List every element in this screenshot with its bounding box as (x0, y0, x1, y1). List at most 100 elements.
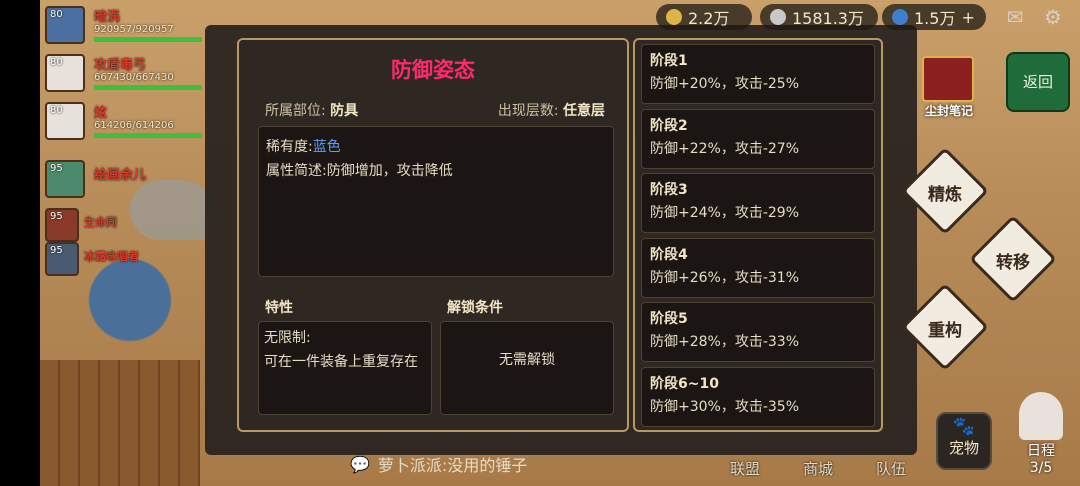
rarity-value: 蓝色 (312, 139, 341, 155)
description-value: 防御增加，攻击降低 (326, 163, 453, 179)
stage-name: 阶段6~10 (650, 375, 719, 392)
gold-value: 2.2万 (688, 9, 730, 28)
wooden-pier (40, 360, 200, 486)
dialog-title: 防御姿态 (391, 58, 475, 82)
unlock-text: 无需解锁 (499, 352, 555, 368)
stage-desc: 防御+26%，攻击-31% (650, 269, 800, 286)
stage-item: 阶段3 防御+24%，攻击-29% (641, 173, 875, 234)
party-member[interactable]: 95 生命同 (42, 206, 202, 242)
pet-label: 宠物 (948, 439, 979, 457)
stage-name: 阶段2 (650, 117, 688, 134)
member-name: 暗涡 (94, 10, 121, 25)
silver-coin-icon (770, 9, 786, 25)
schedule-button[interactable]: 日程 3/5 (1006, 392, 1076, 486)
gold-coin-icon (666, 9, 682, 25)
mail-icon[interactable]: ✉ (1004, 6, 1026, 28)
avatar: 95 (45, 208, 79, 242)
paw-icon: 🐾 (952, 416, 976, 437)
slot-row: 所属部位: 防具 (265, 100, 358, 120)
member-name: 炫 (94, 106, 108, 121)
member-level: 95 (50, 163, 63, 174)
trait-title: 特性 (265, 300, 293, 316)
hp-bar (94, 133, 202, 138)
description-line: 属性简述:防御增加，攻击降低 (266, 159, 606, 183)
gem-value: 1.5万 (914, 9, 956, 28)
member-level: 95 (50, 211, 63, 222)
avatar: 80 (45, 6, 85, 44)
schedule-count: 3/5 (1029, 460, 1053, 476)
schedule-avatar (1019, 392, 1063, 440)
member-hp: 614206/614206 (94, 120, 174, 131)
stage-name: 阶段1 (650, 53, 688, 69)
back-button[interactable]: 返回 (1006, 52, 1070, 112)
chat-bubble-icon: 💬 (350, 454, 370, 474)
party-member[interactable]: 80 炫 614206/614206 (42, 100, 202, 142)
member-hp: 667430/667430 (94, 72, 174, 83)
hp-bar-fill (94, 133, 202, 138)
party-member[interactable]: 80 攻盾毒弓 667430/667430 (42, 52, 202, 94)
chat-bar[interactable]: 💬 萝卜派派:没用的锤子 (350, 450, 650, 478)
stage-desc: 防御+20%，攻击-25% (650, 76, 800, 92)
stage-name: 阶段3 (650, 182, 688, 199)
party-member[interactable]: 95 冰霜咏唱者 (42, 240, 202, 276)
refine-label: 精炼 (928, 185, 962, 205)
silver-counter: 1581.3万 (760, 4, 878, 30)
floor-label: 出现层数: (497, 103, 559, 119)
sealed-notes-label: 尘封笔记 (924, 104, 973, 118)
chat-message: 萝卜派派:没用的锤子 (377, 456, 528, 475)
stage-desc: 防御+22%，攻击-27% (650, 140, 800, 157)
stage-item: 阶段6~10 防御+30%，攻击-35% (641, 366, 875, 427)
hp-bar (94, 37, 202, 42)
stage-list: 阶段1 防御+20%，攻击-25% 阶段2 防御+22%，攻击-27% 阶段3 … (633, 38, 883, 432)
hp-bar-fill (94, 37, 202, 42)
gem-counter: 1.5万 + (882, 4, 986, 30)
party-member[interactable]: 95 绘画余儿 (42, 158, 202, 200)
trait-text: 无限制: (264, 330, 311, 346)
member-hp: 920957/920957 (94, 24, 174, 35)
avatar: 95 (45, 242, 79, 276)
avatar: 80 (45, 102, 85, 140)
hp-bar (94, 85, 202, 90)
stage-desc: 防御+30%，攻击-35% (650, 398, 800, 415)
stage-name: 阶段5 (650, 311, 688, 328)
description-label: 属性简述: (266, 163, 327, 179)
stage-item: 阶段2 防御+22%，攻击-27% (641, 108, 875, 169)
floor-value: 任意层 (563, 103, 605, 119)
member-name: 冰霜咏唱者 (84, 250, 139, 263)
unlock-box: 无需解锁 (440, 321, 614, 415)
settings-gear-icon[interactable]: ⚙ (1042, 6, 1064, 28)
member-level: 95 (50, 245, 63, 256)
rarity-line: 稀有度:蓝色 (266, 135, 606, 159)
pet-button[interactable]: 🐾 宠物 (936, 412, 992, 470)
stage-item: 阶段4 防御+26%，攻击-31% (641, 237, 875, 298)
stage-desc: 防御+28%，攻击-33% (650, 334, 800, 351)
sealed-notes-book-icon[interactable] (922, 56, 974, 102)
add-gem-icon[interactable]: + (961, 8, 974, 27)
member-level: 80 (50, 57, 63, 68)
schedule-label: 日程 (1027, 443, 1055, 459)
shop-tab[interactable]: 商城 (803, 458, 833, 479)
member-name: 攻盾毒弓 (94, 58, 147, 73)
member-level: 80 (50, 105, 63, 116)
gold-counter: 2.2万 (656, 4, 752, 30)
screen-edge (0, 0, 40, 486)
stage-item: 阶段5 防御+28%，攻击-33% (641, 302, 875, 363)
member-name: 绘画余儿 (94, 168, 147, 183)
silver-value: 1581.3万 (792, 9, 864, 28)
member-level: 80 (50, 9, 63, 20)
affix-detail-dialog: 防御姿态 所属部位: 防具 出现层数: 任意层 稀有度:蓝色 属性简述:防御增加… (237, 38, 629, 432)
team-tab[interactable]: 队伍 (876, 458, 906, 479)
unlock-title: 解锁条件 (447, 300, 503, 316)
alliance-tab[interactable]: 联盟 (730, 458, 760, 479)
stage-desc: 防御+24%，攻击-29% (650, 205, 800, 222)
info-box: 稀有度:蓝色 属性简述:防御增加，攻击降低 (258, 126, 614, 277)
floor-row: 出现层数: 任意层 (498, 100, 605, 120)
slot-value: 防具 (330, 103, 359, 119)
stage-item: 阶段1 防御+20%，攻击-25% (641, 44, 875, 104)
trait-text: 可在一件装备上重复存在 (264, 354, 418, 370)
member-name: 生命同 (84, 216, 117, 229)
rebuild-label: 重构 (928, 321, 962, 341)
gem-icon (892, 9, 908, 25)
party-member[interactable]: 80 暗涡 920957/920957 (42, 4, 202, 46)
hp-bar-fill (94, 85, 202, 90)
